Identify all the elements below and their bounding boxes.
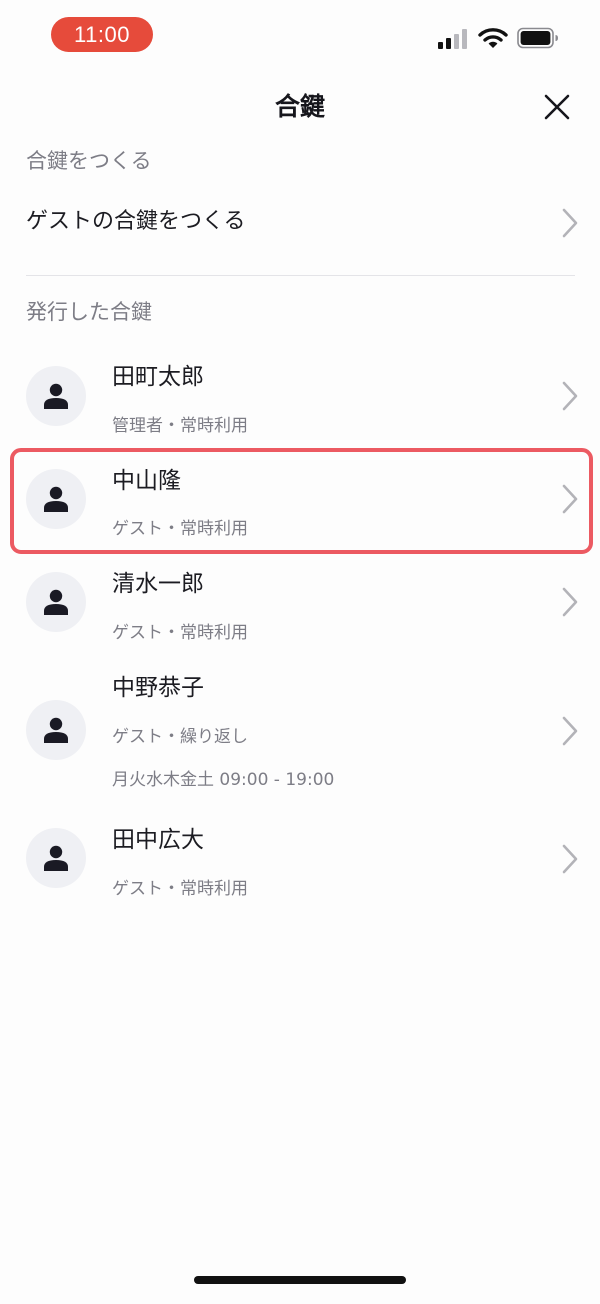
key-row[interactable]: 田町太郎 管理者・常時利用 xyxy=(0,346,600,446)
create-guest-key-button[interactable]: ゲストの合鍵をつくる xyxy=(0,196,600,250)
chevron-right-icon xyxy=(562,484,578,514)
status-time: 11:00 xyxy=(51,17,153,52)
person-icon xyxy=(44,845,68,871)
chevron-right-icon xyxy=(562,381,578,411)
key-holder-name: 中野恭子 xyxy=(112,675,204,701)
key-row[interactable]: 田中広大 ゲスト・常時利用 xyxy=(0,812,600,912)
key-holder-name: 田町太郎 xyxy=(112,364,204,390)
person-icon xyxy=(44,383,68,409)
battery-icon xyxy=(517,27,558,49)
key-type: ゲスト・常時利用 xyxy=(112,519,248,539)
chevron-right-icon xyxy=(562,716,578,746)
close-button[interactable] xyxy=(534,84,580,130)
avatar xyxy=(26,828,86,888)
person-icon xyxy=(44,589,68,615)
avatar xyxy=(26,366,86,426)
avatar xyxy=(26,572,86,632)
key-row[interactable]: 中山隆 ゲスト・常時利用 xyxy=(0,450,600,546)
create-guest-key-label: ゲストの合鍵をつくる xyxy=(26,209,246,234)
key-row[interactable]: 清水一郎 ゲスト・常時利用 xyxy=(0,554,600,654)
signal-icon xyxy=(438,29,467,49)
status-bar: 11:00 xyxy=(0,0,600,70)
chevron-right-icon xyxy=(562,208,578,238)
page-title: 合鍵 xyxy=(274,92,325,121)
create-section-label: 合鍵をつくる xyxy=(26,149,152,173)
avatar xyxy=(26,700,86,760)
key-holder-name: 田中広大 xyxy=(112,827,204,853)
section-divider xyxy=(26,275,575,276)
issued-section-label: 発行した合鍵 xyxy=(26,300,152,324)
wifi-icon xyxy=(478,28,508,48)
key-type: ゲスト・常時利用 xyxy=(112,623,248,643)
person-icon xyxy=(44,717,68,743)
key-type: ゲスト・常時利用 xyxy=(112,879,248,899)
key-type: 管理者・常時利用 xyxy=(112,416,248,436)
close-icon xyxy=(544,94,570,120)
key-type: ゲスト・繰り返し xyxy=(112,727,248,747)
avatar xyxy=(26,469,86,529)
key-schedule: 月火水木金土 09:00 - 19:00 xyxy=(112,770,335,790)
key-holder-name: 中山隆 xyxy=(112,468,181,494)
key-row[interactable]: 中野恭子 ゲスト・繰り返し 月火水木金土 09:00 - 19:00 xyxy=(0,658,600,808)
person-icon xyxy=(44,486,68,512)
chevron-right-icon xyxy=(562,587,578,617)
chevron-right-icon xyxy=(562,844,578,874)
home-indicator[interactable] xyxy=(194,1276,406,1284)
key-holder-name: 清水一郎 xyxy=(112,571,204,597)
